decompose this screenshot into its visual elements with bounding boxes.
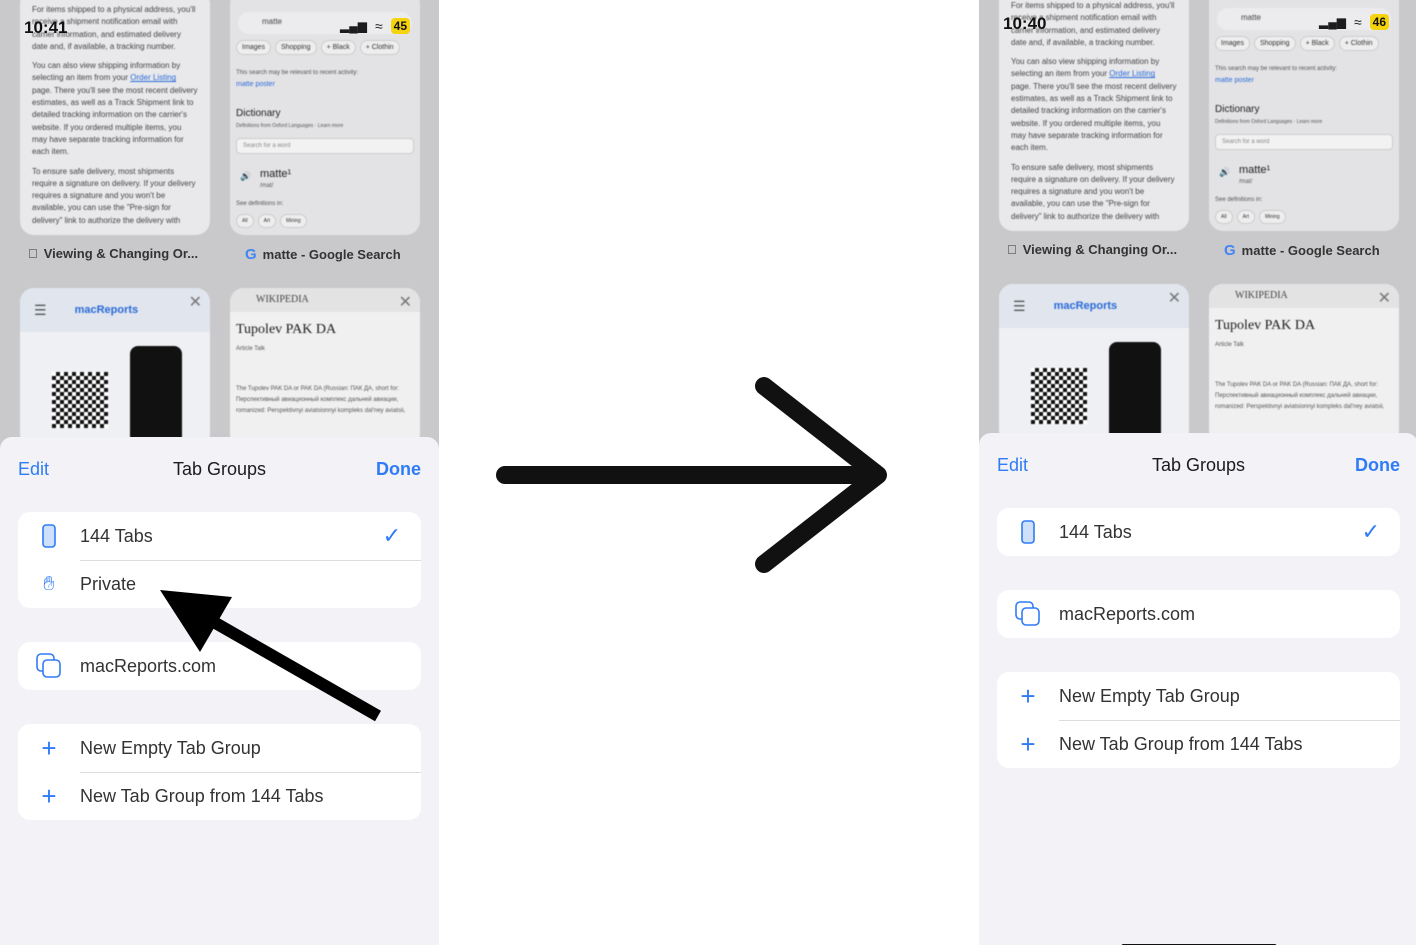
annotation-layer	[160, 377, 887, 722]
arrow-right-icon	[496, 377, 887, 573]
pointer-arrow-icon	[160, 590, 381, 722]
